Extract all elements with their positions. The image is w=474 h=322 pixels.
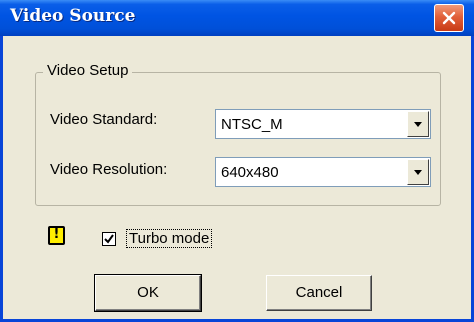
warning-icon: ! <box>48 226 65 245</box>
close-icon <box>442 11 456 25</box>
title-bar[interactable]: Video Source <box>0 0 474 36</box>
window-title: Video Source <box>10 6 136 26</box>
ok-button[interactable]: OK <box>94 274 202 312</box>
video-source-dialog: Video Source Video Setup Video Standard:… <box>0 0 474 322</box>
video-resolution-label: Video Resolution: <box>50 161 168 178</box>
video-standard-value: NTSC_M <box>221 116 283 133</box>
close-button[interactable] <box>434 4 464 32</box>
video-standard-label: Video Standard: <box>50 111 158 128</box>
video-resolution-value: 640x480 <box>221 164 279 181</box>
video-setup-group-label: Video Setup <box>43 62 133 79</box>
video-resolution-dropdown[interactable]: 640x480 <box>215 157 431 187</box>
warning-glyph: ! <box>53 227 60 242</box>
video-standard-dropdown[interactable]: NTSC_M <box>215 109 431 139</box>
chevron-down-icon[interactable] <box>407 111 429 137</box>
cancel-button[interactable]: Cancel <box>266 275 372 311</box>
checkmark-icon <box>104 234 114 244</box>
turbo-mode-label[interactable]: Turbo mode <box>125 229 213 248</box>
turbo-mode-checkbox[interactable] <box>102 232 116 246</box>
chevron-down-icon[interactable] <box>407 159 429 185</box>
